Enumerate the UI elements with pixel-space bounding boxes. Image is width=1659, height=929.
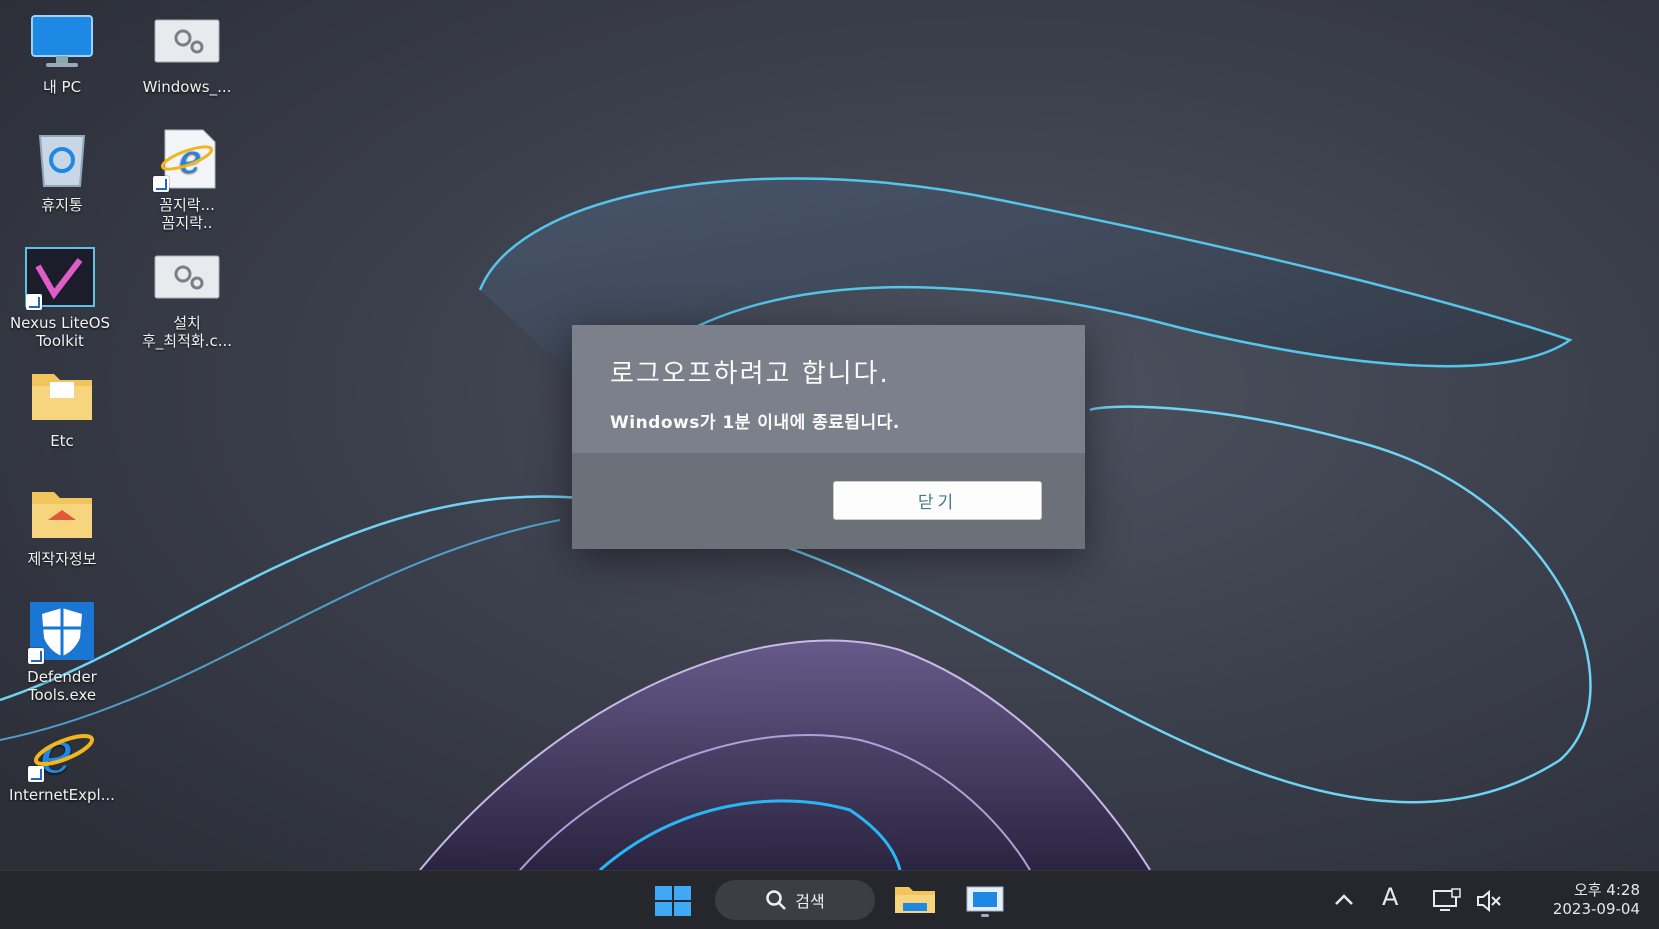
nexus-toolkit-icon <box>24 246 96 310</box>
desktop-icon-my-pc[interactable]: 내 PC <box>2 10 122 96</box>
ie-document-icon: e <box>151 128 223 192</box>
desktop-icon-ggomjirak[interactable]: e 꼼지락... 꼼지락.. <box>127 128 247 232</box>
computer-icon <box>26 10 98 74</box>
folder-icon <box>26 364 98 428</box>
shortcut-arrow-icon <box>28 766 44 782</box>
input-method-indicator[interactable]: A <box>1382 883 1398 911</box>
desktop-icon-internet-explorer[interactable]: e InternetExpl... <box>2 718 122 804</box>
desktop-icon-defender-tools[interactable]: Defender Tools.exe <box>2 600 122 704</box>
folder-icon <box>895 887 935 913</box>
desktop-icon-recycle-bin[interactable]: 휴지통 <box>2 128 122 214</box>
network-status[interactable] <box>1432 888 1462 914</box>
dialog-header: 로그오프하려고 합니다. Windows가 1분 이내에 종료됩니다. <box>572 325 1085 453</box>
defender-shield-icon <box>26 600 98 664</box>
desktop-icon-label: InternetExpl... <box>9 786 115 804</box>
network-icon <box>1433 888 1461 911</box>
taskbar: 검색 A 오후 4:28 2023-09-04 <box>0 870 1659 929</box>
taskbar-search[interactable]: 검색 <box>715 880 875 920</box>
start-button[interactable] <box>653 885 693 917</box>
desktop-icon-nexus-liteos-toolkit[interactable]: Nexus LiteOS Toolkit <box>0 246 120 350</box>
settings-script-icon <box>151 246 223 310</box>
clock-date: 2023-09-04 <box>1552 900 1640 918</box>
app-window-icon <box>966 886 1004 917</box>
desktop-icon-windows-script[interactable]: Windows_... <box>127 10 247 96</box>
clock-time: 오후 4:28 <box>1573 881 1640 899</box>
desktop-icon-label: Windows_... <box>142 78 232 96</box>
search-icon <box>766 890 787 910</box>
chevron-up-icon <box>1335 894 1353 905</box>
shortcut-arrow-icon <box>153 176 169 192</box>
desktop-icon-post-install-optimize[interactable]: 설치 후_최적화.c... <box>127 246 247 350</box>
logoff-dialog: 로그오프하려고 합니다. Windows가 1분 이내에 종료됩니다. 닫기 <box>572 325 1085 549</box>
shortcut-arrow-icon <box>26 294 42 310</box>
settings-script-icon <box>151 10 223 74</box>
desktop-icon-label: 설치 후_최적화.c... <box>141 314 233 350</box>
taskbar-file-explorer[interactable] <box>893 883 937 917</box>
shortcut-arrow-icon <box>28 648 44 664</box>
internet-explorer-icon: e <box>26 718 98 786</box>
windows-logo-icon <box>655 886 691 916</box>
search-label: 검색 <box>795 892 825 911</box>
desktop-icon-label: Nexus LiteOS Toolkit <box>9 314 111 350</box>
volume-control[interactable] <box>1475 888 1503 914</box>
desktop-icon-label: 내 PC <box>42 78 82 96</box>
taskbar-active-app[interactable] <box>963 883 1007 917</box>
taskbar-clock[interactable]: 오후 4:28 2023-09-04 <box>1520 881 1640 919</box>
desktop-icon-label: 꼼지락... 꼼지락.. <box>159 196 215 232</box>
dialog-message: Windows가 1분 이내에 종료됩니다. <box>610 413 900 433</box>
svg-text:e: e <box>179 137 202 181</box>
close-button[interactable]: 닫기 <box>833 481 1042 520</box>
volume-muted-icon <box>1477 889 1501 913</box>
desktop-icon-author-info-folder[interactable]: 제작자정보 <box>2 482 122 568</box>
recycle-bin-icon <box>26 128 98 192</box>
desktop-icon-etc-folder[interactable]: Etc <box>2 364 122 450</box>
desktop-icon-label: Defender Tools.exe <box>27 668 97 704</box>
desktop-icon-label: 휴지통 <box>41 196 83 214</box>
desktop-icon-label: Etc <box>50 432 74 450</box>
desktop-icon-label: 제작자정보 <box>27 550 97 568</box>
folder-icon <box>26 482 98 546</box>
show-hidden-icons-button[interactable] <box>1332 889 1356 911</box>
dialog-title: 로그오프하려고 합니다. <box>610 359 890 389</box>
